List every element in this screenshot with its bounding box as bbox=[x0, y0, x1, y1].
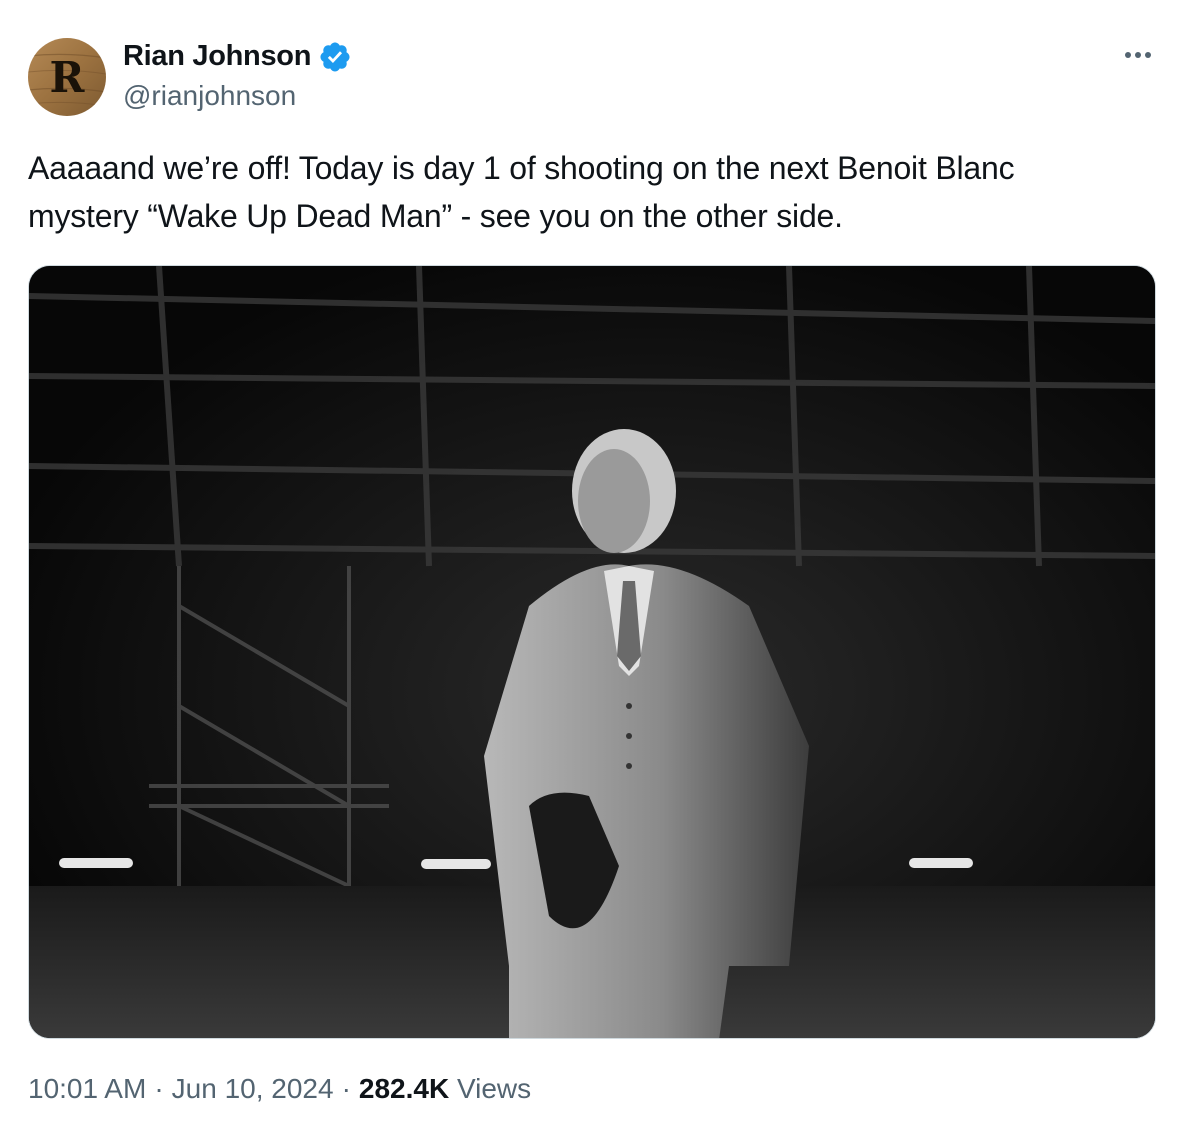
more-options-button[interactable] bbox=[1116, 40, 1160, 70]
photo-scene bbox=[29, 266, 1155, 1038]
views-count: 282.4K bbox=[358, 1073, 450, 1104]
tweet-card: R Rian Johnson @rianjohnson Aaaaand we’r… bbox=[0, 0, 1186, 1140]
tweet-text-line: mystery “Wake Up Dead Man” - see you on … bbox=[28, 198, 843, 234]
author-name[interactable]: Rian Johnson bbox=[123, 40, 311, 73]
tweet-time[interactable]: 10:01 AM bbox=[28, 1073, 146, 1104]
light-center bbox=[421, 859, 491, 869]
tweet-meta: 10:01 AM · Jun 10, 2024 · 282.4K Views bbox=[28, 1073, 531, 1105]
views-label: Views bbox=[456, 1073, 532, 1104]
tweet-photo[interactable] bbox=[28, 265, 1156, 1039]
meta-separator: · bbox=[341, 1073, 351, 1104]
light-left bbox=[59, 858, 133, 868]
tweet-text-line: Aaaaand we’re off! Today is day 1 of sho… bbox=[28, 150, 1015, 186]
avatar[interactable]: R bbox=[28, 38, 106, 116]
tweet-text: Aaaaand we’re off! Today is day 1 of sho… bbox=[28, 144, 1158, 240]
meta-separator: · bbox=[154, 1073, 164, 1104]
more-horizontal-icon bbox=[1125, 52, 1151, 58]
verified-badge-icon bbox=[318, 40, 352, 74]
avatar-letter: R bbox=[50, 53, 86, 102]
tweet-date[interactable]: Jun 10, 2024 bbox=[172, 1073, 334, 1104]
light-right bbox=[909, 858, 973, 868]
author-handle[interactable]: @rianjohnson bbox=[123, 80, 296, 112]
avatar-image: R bbox=[28, 38, 106, 116]
